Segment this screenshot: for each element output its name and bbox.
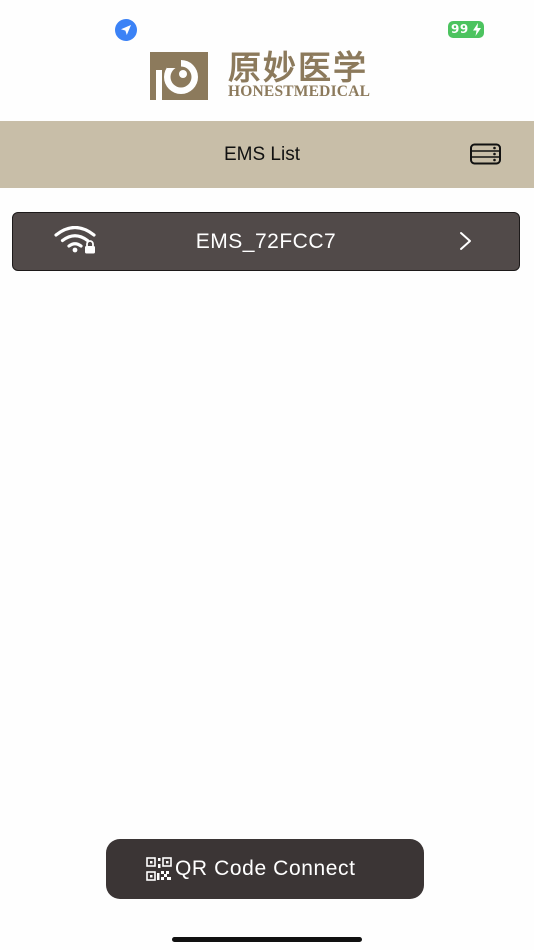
chevron-right-icon bbox=[460, 232, 471, 250]
navigation-bar: EMS List bbox=[0, 121, 534, 188]
battery-indicator: 99 bbox=[448, 21, 484, 38]
location-arrow-icon bbox=[115, 19, 137, 41]
brand-logo-mark bbox=[150, 52, 208, 100]
qr-code-connect-button[interactable]: QR Code Connect bbox=[106, 839, 424, 899]
status-bar: 99 bbox=[0, 0, 534, 50]
brand-name-en: HONESTMEDICAL bbox=[228, 83, 371, 100]
qr-scan-icon bbox=[146, 857, 172, 881]
device-name: EMS_72FCC7 bbox=[195, 230, 337, 253]
qr-code-connect-label: QR Code Connect bbox=[175, 857, 356, 880]
battery-level: 99 bbox=[451, 22, 469, 36]
device-list-item[interactable]: EMS_72FCC7 bbox=[12, 212, 520, 271]
brand-logo: 原妙医学 HONESTMEDICAL bbox=[150, 50, 385, 102]
page-title: EMS List bbox=[223, 144, 301, 165]
brand-name-cn: 原妙医学 bbox=[228, 48, 368, 87]
home-indicator[interactable] bbox=[172, 937, 362, 942]
charging-bolt-icon bbox=[473, 23, 481, 36]
router-icon[interactable] bbox=[470, 143, 501, 165]
